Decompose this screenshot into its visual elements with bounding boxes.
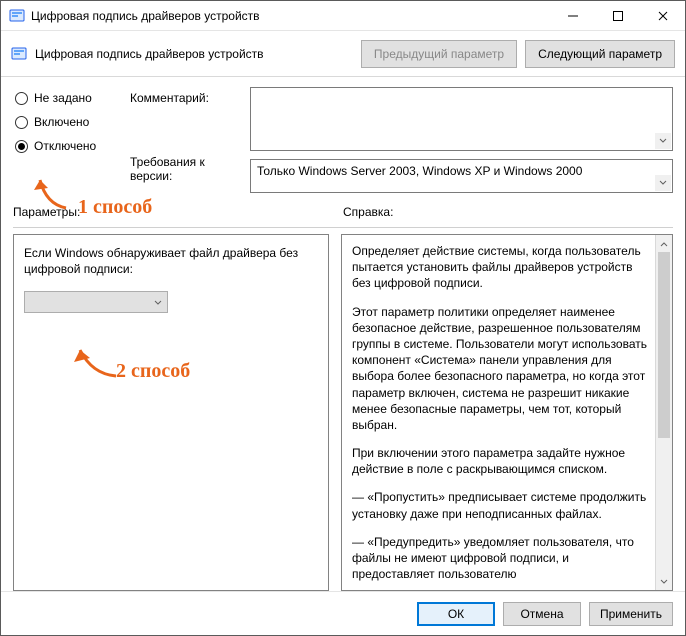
close-button[interactable] (640, 1, 685, 31)
titlebar: Цифровая подпись драйверов устройств (1, 1, 685, 31)
chevron-down-icon[interactable] (655, 175, 671, 191)
app-icon (9, 8, 25, 24)
scroll-track[interactable] (656, 252, 672, 573)
ok-button[interactable]: ОК (417, 602, 495, 626)
radio-icon (15, 92, 28, 105)
action-dropdown[interactable] (24, 291, 168, 313)
panels: Если Windows обнаруживает файл драйвера … (1, 234, 685, 591)
help-p3: При включении этого параметра задайте ну… (352, 445, 647, 477)
next-setting-button[interactable]: Следующий параметр (525, 40, 675, 68)
comment-label: Комментарий: (130, 91, 250, 155)
toolbar-title: Цифровая подпись драйверов устройств (35, 47, 353, 61)
window-controls (550, 1, 685, 30)
radio-icon (15, 140, 28, 153)
help-panel: Определяет действие системы, когда польз… (341, 234, 673, 591)
comment-textarea[interactable] (250, 87, 673, 151)
params-panel: Если Windows обнаруживает файл драйвера … (13, 234, 329, 591)
params-header: Параметры: (13, 205, 325, 219)
dialog-footer: ОК Отмена Применить (1, 591, 685, 635)
requirements-label: Требования к версии: (130, 155, 250, 183)
radio-disabled[interactable]: Отключено (15, 139, 130, 153)
window: Цифровая подпись драйверов устройств Циф… (0, 0, 686, 636)
minimize-button[interactable] (550, 1, 595, 31)
maximize-button[interactable] (595, 1, 640, 31)
chevron-down-icon (153, 297, 163, 307)
params-text: Если Windows обнаруживает файл драйвера … (24, 245, 318, 277)
radio-icon (15, 116, 28, 129)
radio-label: Не задано (34, 91, 92, 105)
scroll-thumb[interactable] (658, 252, 670, 438)
help-header: Справка: (343, 205, 673, 219)
prev-setting-button[interactable]: Предыдущий параметр (361, 40, 517, 68)
radio-label: Отключено (34, 139, 96, 153)
help-text: Определяет действие системы, когда польз… (342, 235, 655, 590)
state-radio-group: Не задано Включено Отключено (15, 87, 130, 153)
policy-icon (11, 46, 27, 62)
help-p5: — «Предупредить» уведомляет пользователя… (352, 534, 647, 583)
window-title: Цифровая подпись драйверов устройств (31, 9, 550, 23)
cancel-button[interactable]: Отмена (503, 602, 581, 626)
help-scrollbar[interactable] (655, 235, 672, 590)
chevron-down-icon[interactable] (655, 133, 671, 149)
field-inputs: Только Windows Server 2003, Windows XP и… (250, 87, 673, 193)
scroll-up-icon[interactable] (656, 235, 672, 252)
section-headers: Параметры: Справка: (1, 201, 685, 223)
help-p2: Этот параметр политики определяет наимен… (352, 304, 647, 434)
settings-upper: Не задано Включено Отключено Комментарий… (1, 77, 685, 201)
divider (13, 227, 673, 228)
requirements-box[interactable]: Только Windows Server 2003, Windows XP и… (250, 159, 673, 193)
radio-not-configured[interactable]: Не задано (15, 91, 130, 105)
help-p1: Определяет действие системы, когда польз… (352, 243, 647, 292)
radio-label: Включено (34, 115, 89, 129)
field-labels: Комментарий: Требования к версии: (130, 87, 250, 183)
radio-enabled[interactable]: Включено (15, 115, 130, 129)
scroll-down-icon[interactable] (656, 573, 672, 590)
help-p4: — «Пропустить» предписывает системе прод… (352, 489, 647, 521)
apply-button[interactable]: Применить (589, 602, 673, 626)
requirements-value: Только Windows Server 2003, Windows XP и… (257, 164, 582, 178)
toolbar: Цифровая подпись драйверов устройств Пре… (1, 31, 685, 77)
